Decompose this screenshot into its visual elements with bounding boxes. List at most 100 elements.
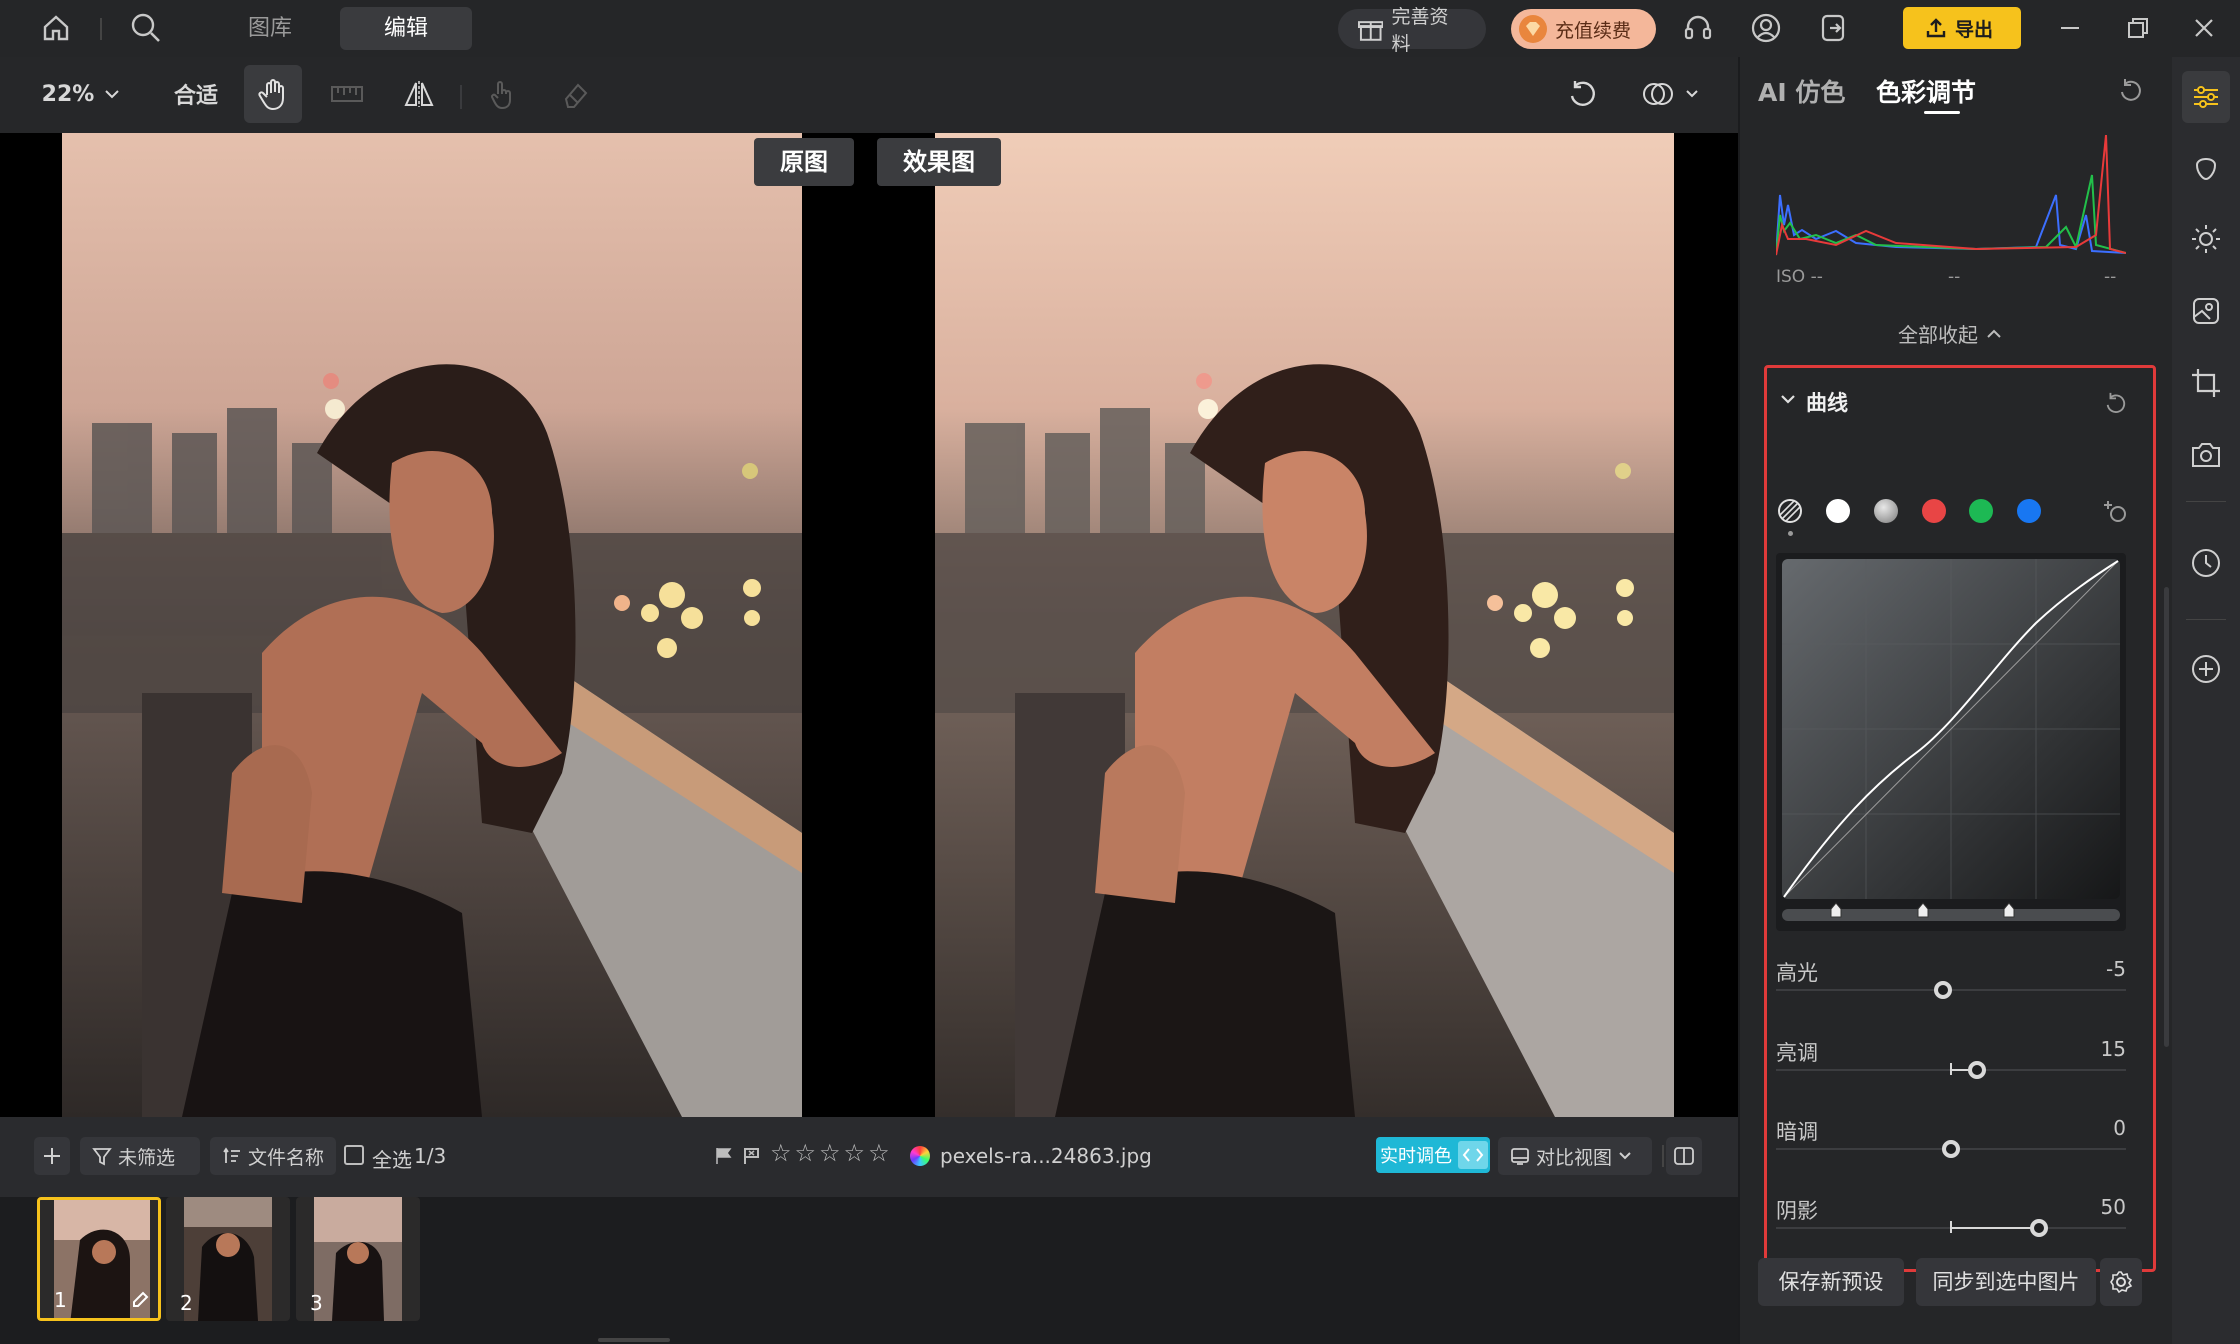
side-by-side-button[interactable] (1666, 1137, 1702, 1175)
green-channel-swatch[interactable] (1969, 499, 1993, 523)
thumbnail-number: 2 (180, 1291, 193, 1315)
adjustment-panel: AI 仿色 色彩调节 ISO -- -- -- 全部收起 曲线 高光 -5 亮调… (1738, 57, 2172, 1344)
compare-mode-dropdown[interactable] (1630, 65, 1710, 123)
face-retouch-icon[interactable] (2184, 145, 2228, 189)
divider (100, 18, 102, 40)
add-point-icon[interactable] (2104, 499, 2130, 525)
tool-rail (2172, 57, 2240, 1344)
slider-darks[interactable]: 暗调 0 (1776, 1116, 2126, 1158)
complete-profile-button[interactable]: 完善资料 (1338, 6, 1486, 55)
thumbnail[interactable]: 3 (296, 1197, 420, 1321)
reset-icon[interactable] (2104, 391, 2128, 415)
realtime-toggle[interactable]: 实时调色 (1376, 1137, 1490, 1173)
gray-channel-swatch[interactable] (1874, 499, 1898, 523)
headset-icon[interactable] (1678, 8, 1718, 48)
tab-gallery[interactable]: 图库 (228, 7, 312, 50)
thumbnail-number: 3 (310, 1291, 323, 1315)
select-all-label[interactable]: 全选 (372, 1144, 412, 1173)
logout-icon[interactable] (1814, 8, 1854, 48)
collapse-all-label: 全部收起 (1898, 323, 1978, 347)
overlap-circles-icon (1643, 83, 1673, 105)
crop-icon[interactable] (2184, 361, 2228, 405)
red-channel-swatch[interactable] (1922, 499, 1946, 523)
chevron-down-icon (105, 90, 120, 99)
export-button[interactable]: 导出 (1903, 7, 2021, 49)
slider-value[interactable]: 50 (2101, 1195, 2126, 1219)
star-rating[interactable]: ☆☆☆☆☆ (770, 1139, 893, 1167)
luminance-channel-swatch[interactable] (1826, 499, 1850, 523)
recharge-button[interactable]: 充值续费 (1511, 9, 1656, 49)
slider-knob[interactable] (2030, 1219, 2048, 1237)
restore-icon[interactable] (2118, 8, 2158, 48)
divider (1662, 1145, 1664, 1167)
chevron-down-icon[interactable] (1780, 394, 1796, 406)
tab-edit[interactable]: 编辑 (340, 7, 472, 50)
chevron-down-icon (1619, 1152, 1631, 1160)
slider-value[interactable]: -5 (2106, 957, 2126, 981)
slider-shadows[interactable]: 阴影 50 (1776, 1195, 2126, 1237)
plus-icon (44, 1148, 60, 1164)
tab-color-adjust[interactable]: 色彩调节 (1876, 73, 1976, 109)
filmstrip-scrollbar[interactable] (598, 1338, 670, 1342)
reset-icon[interactable] (2118, 77, 2144, 103)
minimize-icon[interactable] (2050, 8, 2090, 48)
active-channel-dot (1788, 531, 1793, 536)
tone-curve-editor[interactable] (1776, 553, 2126, 931)
filter-label: 未筛选 (118, 1146, 176, 1169)
history-icon[interactable] (2184, 541, 2228, 585)
image-effects-icon[interactable] (2184, 289, 2228, 333)
select-all-checkbox[interactable] (344, 1145, 364, 1165)
brightness-icon[interactable] (2184, 217, 2228, 261)
complete-profile-label: 完善资料 (1391, 6, 1449, 55)
rotate-reset-icon[interactable] (1556, 65, 1610, 123)
aperture-value: -- (1948, 267, 1961, 287)
curves-title[interactable]: 曲线 (1806, 387, 1848, 417)
rgb-channel-icon[interactable] (1776, 497, 1804, 525)
add-circle-icon[interactable] (2184, 647, 2228, 691)
collapse-all-button[interactable]: 全部收起 (1898, 319, 2002, 348)
split-view-icon (1511, 1148, 1529, 1165)
result-photo (935, 133, 1674, 1117)
save-preset-button[interactable]: 保存新预设 (1758, 1258, 1904, 1306)
flip-icon[interactable] (390, 65, 448, 123)
user-icon[interactable] (1746, 8, 1786, 48)
hand-tool-button[interactable] (244, 65, 302, 123)
slider-knob[interactable] (1968, 1061, 1986, 1079)
image-canvas[interactable] (0, 133, 1738, 1117)
slider-lights[interactable]: 亮调 15 (1776, 1037, 2126, 1079)
color-wheel-icon[interactable] (910, 1146, 930, 1166)
filter-button[interactable]: 未筛选 (80, 1137, 200, 1175)
slider-value[interactable]: 0 (2113, 1116, 2126, 1140)
ruler-icon[interactable] (318, 65, 376, 123)
eraser-icon[interactable] (546, 65, 604, 123)
close-icon[interactable] (2184, 8, 2224, 48)
top-bar: 图库 编辑 完善资料 充值续费 导出 (0, 0, 2240, 57)
thumbnail[interactable]: 1 (37, 1197, 161, 1321)
shutter-value: -- (2104, 267, 2117, 287)
touch-icon[interactable] (474, 65, 532, 123)
flag-icon[interactable] (714, 1146, 734, 1166)
home-icon[interactable] (36, 8, 76, 48)
sync-settings-button[interactable] (2100, 1258, 2142, 1306)
camera-icon[interactable] (2184, 433, 2228, 477)
thumbnail[interactable]: 2 (166, 1197, 290, 1321)
tab-ai-color[interactable]: AI 仿色 (1758, 73, 1845, 109)
compare-view-dropdown[interactable]: 对比视图 (1498, 1137, 1652, 1175)
slider-value[interactable]: 15 (2101, 1037, 2126, 1061)
sort-button[interactable]: 文件名称 (210, 1137, 336, 1175)
add-button[interactable] (34, 1137, 70, 1175)
slider-knob[interactable] (1942, 1140, 1960, 1158)
panel-scrollbar[interactable] (2164, 587, 2169, 1047)
adjust-sliders-icon[interactable] (2182, 71, 2230, 123)
slider-highlights[interactable]: 高光 -5 (1776, 957, 2126, 999)
reject-flag-icon[interactable] (742, 1146, 762, 1166)
zoom-dropdown[interactable]: 22% (36, 65, 126, 123)
sort-label: 文件名称 (248, 1146, 325, 1169)
search-icon[interactable] (126, 8, 166, 48)
bottom-bar: 未筛选 文件名称 全选 1/3 ☆☆☆☆☆ pexels-ra...24863.… (0, 1117, 1738, 1197)
slider-knob[interactable] (1934, 981, 1952, 999)
blue-channel-swatch[interactable] (2017, 499, 2041, 523)
fit-button[interactable]: 合适 (164, 65, 228, 123)
original-photo (62, 133, 802, 1117)
sync-to-selected-button[interactable]: 同步到选中图片 (1916, 1258, 2096, 1306)
